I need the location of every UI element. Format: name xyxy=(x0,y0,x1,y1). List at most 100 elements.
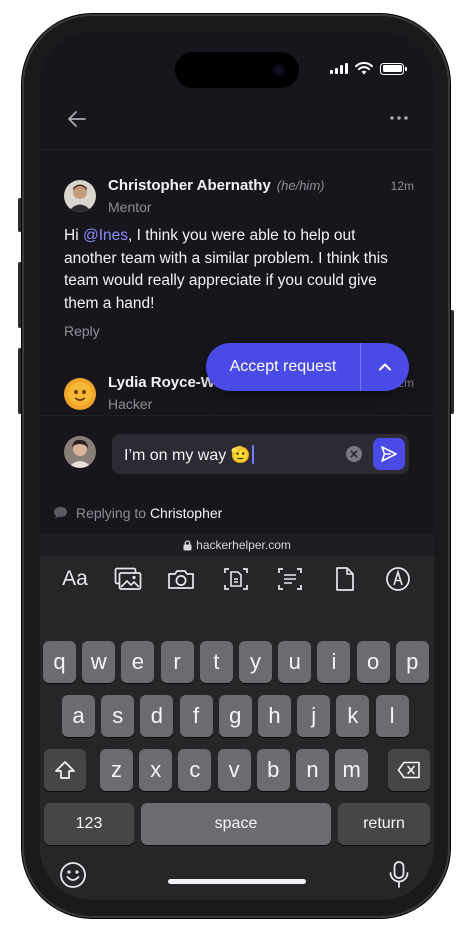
arrow-left-icon xyxy=(68,111,86,127)
key-s[interactable]: s xyxy=(101,695,135,737)
author-pronouns: (he/him) xyxy=(276,178,325,193)
url-domain: hackerhelper.com xyxy=(196,538,291,552)
microphone-icon xyxy=(389,861,409,888)
emoji-button[interactable] xyxy=(59,861,87,889)
author-role: Mentor xyxy=(108,199,152,215)
mention-link[interactable]: @Ines xyxy=(83,227,128,244)
avatar xyxy=(64,180,96,212)
document-scan-icon xyxy=(278,568,302,590)
key-x[interactable]: x xyxy=(139,749,173,791)
body-text-prefix: Hi xyxy=(64,227,83,244)
key-c[interactable]: c xyxy=(178,749,212,791)
input-value: I’m on my way 🫡 xyxy=(124,445,254,465)
key-m[interactable]: m xyxy=(335,749,369,791)
wifi-icon xyxy=(355,62,373,75)
key-d[interactable]: d xyxy=(140,695,174,737)
author-name: Christopher Abernathy xyxy=(108,177,271,194)
key-n[interactable]: n xyxy=(296,749,329,791)
scan-text-icon xyxy=(224,568,248,590)
phone-screen: Christopher Abernathy (he/him) 12m Mentor… xyxy=(40,32,434,900)
delete-key[interactable] xyxy=(388,749,430,791)
clear-x-icon xyxy=(350,450,358,458)
space-key[interactable]: space xyxy=(141,803,331,845)
browser-url-bar[interactable]: hackerhelper.com xyxy=(40,534,434,556)
expand-options-button[interactable] xyxy=(361,343,409,391)
key-k[interactable]: k xyxy=(336,695,370,737)
input-text: I’m on my way 🫡 xyxy=(124,447,251,464)
signal-icon xyxy=(330,63,348,74)
key-r[interactable]: r xyxy=(160,641,194,683)
replying-label: Replying to Christopher xyxy=(76,505,222,521)
comment-author[interactable]: Lydia Royce-Wi xyxy=(108,374,219,391)
key-e[interactable]: e xyxy=(121,641,155,683)
photo-library-button[interactable] xyxy=(114,566,142,592)
author-role: Hacker xyxy=(108,396,153,412)
key-q[interactable]: q xyxy=(43,641,76,683)
dictation-button[interactable] xyxy=(388,860,410,890)
key-z[interactable]: z xyxy=(100,749,133,791)
keyboard-toolbar: Aa xyxy=(40,556,434,604)
key-u[interactable]: u xyxy=(278,641,312,683)
key-a[interactable]: a xyxy=(62,695,95,737)
key-l[interactable]: l xyxy=(375,695,409,737)
replying-indicator: Replying to Christopher xyxy=(53,505,222,521)
battery-icon xyxy=(380,62,407,75)
comment-time: 12m xyxy=(390,179,414,193)
return-key[interactable]: return xyxy=(338,803,430,845)
replying-name: Christopher xyxy=(149,505,223,521)
document-scan-button[interactable] xyxy=(277,566,303,592)
power-button xyxy=(450,310,454,414)
comment-composer: I’m on my way 🫡 Replying to Christopher xyxy=(40,415,434,534)
more-horizontal-icon xyxy=(390,116,408,120)
avatar xyxy=(64,378,96,410)
avatar xyxy=(64,436,96,468)
key-b[interactable]: b xyxy=(256,749,290,791)
text-caret xyxy=(251,445,254,464)
photo-library-icon xyxy=(114,567,142,590)
key-g[interactable]: g xyxy=(218,695,252,737)
markup-button[interactable] xyxy=(385,566,411,592)
camera-button[interactable] xyxy=(167,566,195,592)
back-button[interactable] xyxy=(64,106,90,132)
dynamic-island xyxy=(175,52,299,88)
shift-icon xyxy=(55,761,75,779)
accept-request-button[interactable]: Accept request xyxy=(206,343,360,391)
numbers-key[interactable]: 123 xyxy=(44,803,134,845)
accept-request-control: Accept request xyxy=(206,343,409,391)
key-f[interactable]: f xyxy=(179,695,213,737)
document-icon xyxy=(336,567,354,591)
scan-text-button[interactable] xyxy=(223,566,249,592)
attach-document-button[interactable] xyxy=(334,566,356,592)
app-header xyxy=(40,102,434,150)
key-w[interactable]: w xyxy=(82,641,116,683)
more-options-button[interactable] xyxy=(386,110,412,126)
emoji-icon xyxy=(60,862,86,888)
text-format-button[interactable]: Aa xyxy=(60,566,90,592)
key-v[interactable]: v xyxy=(217,749,251,791)
clear-input-button[interactable] xyxy=(346,446,362,462)
key-t[interactable]: t xyxy=(199,641,233,683)
camera-icon xyxy=(168,570,194,589)
send-button[interactable] xyxy=(373,438,405,470)
markup-icon xyxy=(386,567,410,591)
send-icon xyxy=(381,446,397,462)
key-o[interactable]: o xyxy=(356,641,390,683)
front-camera xyxy=(273,64,285,76)
status-bar xyxy=(330,62,407,75)
reply-button[interactable]: Reply xyxy=(64,323,100,339)
key-i[interactable]: i xyxy=(317,641,351,683)
comment-body: Hi @Ines, I think you were able to help … xyxy=(64,225,404,315)
key-y[interactable]: y xyxy=(239,641,272,683)
comment-item: Christopher Abernathy (he/him) 12m Mentor… xyxy=(64,177,414,347)
key-j[interactable]: j xyxy=(297,695,331,737)
chevron-up-icon xyxy=(379,363,391,371)
lock-icon xyxy=(183,539,192,550)
key-h[interactable]: h xyxy=(258,695,291,737)
comment-input[interactable]: I’m on my way 🫡 xyxy=(112,434,409,474)
comment-author[interactable]: Christopher Abernathy (he/him) xyxy=(108,177,324,194)
on-screen-keyboard: Aa qwertyuiop asdfghjkl zxcvbnm 123 spac… xyxy=(40,556,434,900)
speech-bubble-icon xyxy=(54,507,67,519)
home-indicator xyxy=(168,879,306,884)
key-p[interactable]: p xyxy=(395,641,429,683)
shift-key[interactable] xyxy=(44,749,86,791)
